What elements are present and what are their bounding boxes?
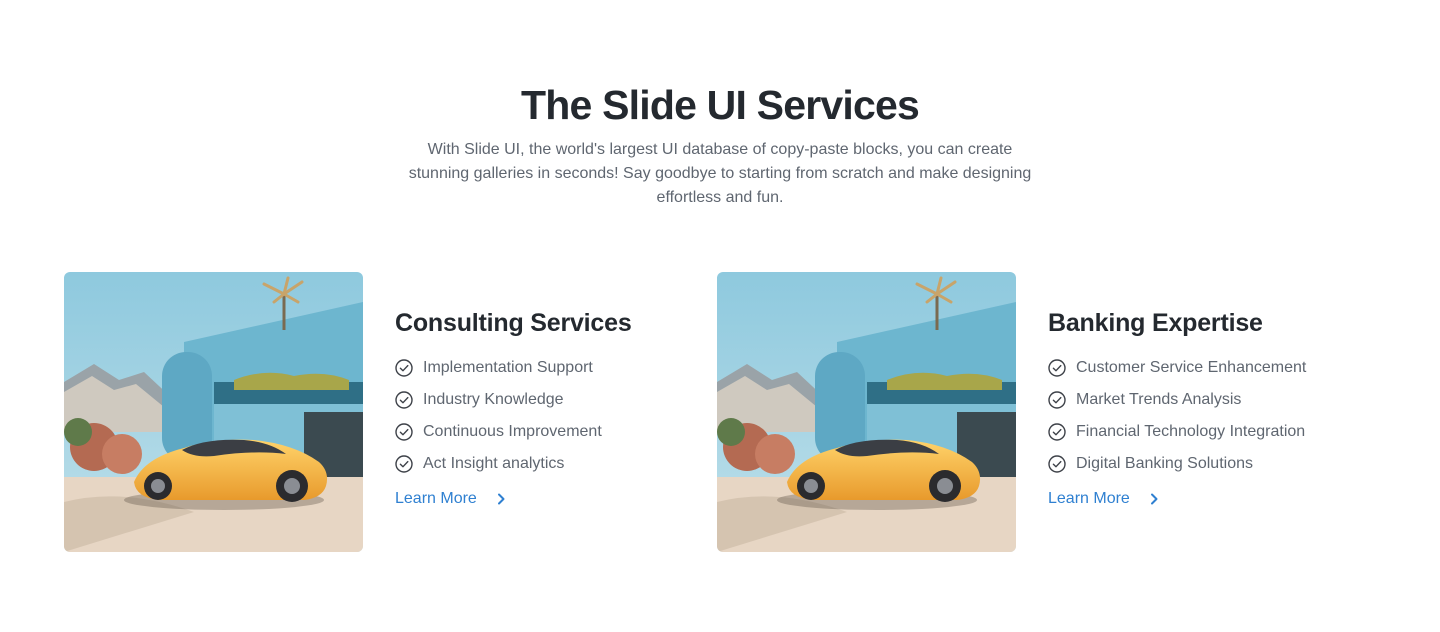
check-circle-icon	[1048, 391, 1066, 409]
list-item: Industry Knowledge	[395, 384, 632, 416]
chevron-right-icon	[497, 493, 505, 505]
check-circle-icon	[395, 391, 413, 409]
list-item: Implementation Support	[395, 352, 632, 384]
hero-section: The Slide UI Services With Slide UI, the…	[0, 80, 1440, 210]
learn-more-link[interactable]: Learn More	[395, 490, 507, 508]
check-circle-icon	[395, 359, 413, 377]
learn-more-label: Learn More	[1048, 490, 1130, 507]
list-item: Continuous Improvement	[395, 416, 632, 448]
check-circle-icon	[1048, 359, 1066, 377]
check-circle-icon	[1048, 423, 1066, 441]
list-item: Financial Technology Integration	[1048, 416, 1306, 448]
page-title: The Slide UI Services	[521, 82, 920, 128]
feature-list: Customer Service Enhancement Market Tren…	[1048, 352, 1306, 480]
list-item-label: Act Insight analytics	[423, 455, 565, 472]
list-item: Digital Banking Solutions	[1048, 448, 1306, 480]
list-item: Customer Service Enhancement	[1048, 352, 1306, 384]
list-item-label: Market Trends Analysis	[1076, 391, 1242, 408]
car-house-illustration	[64, 272, 363, 552]
car-house-illustration	[717, 272, 1016, 552]
learn-more-link[interactable]: Learn More	[1048, 490, 1160, 508]
list-item-label: Implementation Support	[423, 359, 593, 376]
list-item: Market Trends Analysis	[1048, 384, 1306, 416]
service-info: Consulting Services Implementation Suppo…	[395, 272, 632, 552]
service-image	[64, 272, 363, 552]
list-item-label: Digital Banking Solutions	[1076, 455, 1253, 472]
check-circle-icon	[395, 455, 413, 473]
list-item-label: Financial Technology Integration	[1076, 423, 1306, 440]
service-title: Consulting Services	[395, 309, 632, 337]
page-subtitle: With Slide UI, the world's largest UI da…	[408, 141, 1032, 206]
feature-list: Implementation Support Industry Knowledg…	[395, 352, 632, 480]
list-item-label: Industry Knowledge	[423, 391, 564, 408]
service-image	[717, 272, 1016, 552]
service-card-banking: Banking Expertise Customer Service Enhan…	[717, 272, 1306, 552]
check-circle-icon	[1048, 455, 1066, 473]
list-item-label: Continuous Improvement	[423, 423, 602, 440]
service-title: Banking Expertise	[1048, 309, 1263, 337]
list-item-label: Customer Service Enhancement	[1076, 359, 1307, 376]
check-circle-icon	[395, 423, 413, 441]
list-item: Act Insight analytics	[395, 448, 632, 480]
service-card-consulting: Consulting Services Implementation Suppo…	[64, 272, 632, 552]
chevron-right-icon	[1150, 493, 1158, 505]
learn-more-label: Learn More	[395, 490, 477, 507]
service-info: Banking Expertise Customer Service Enhan…	[1048, 272, 1306, 552]
